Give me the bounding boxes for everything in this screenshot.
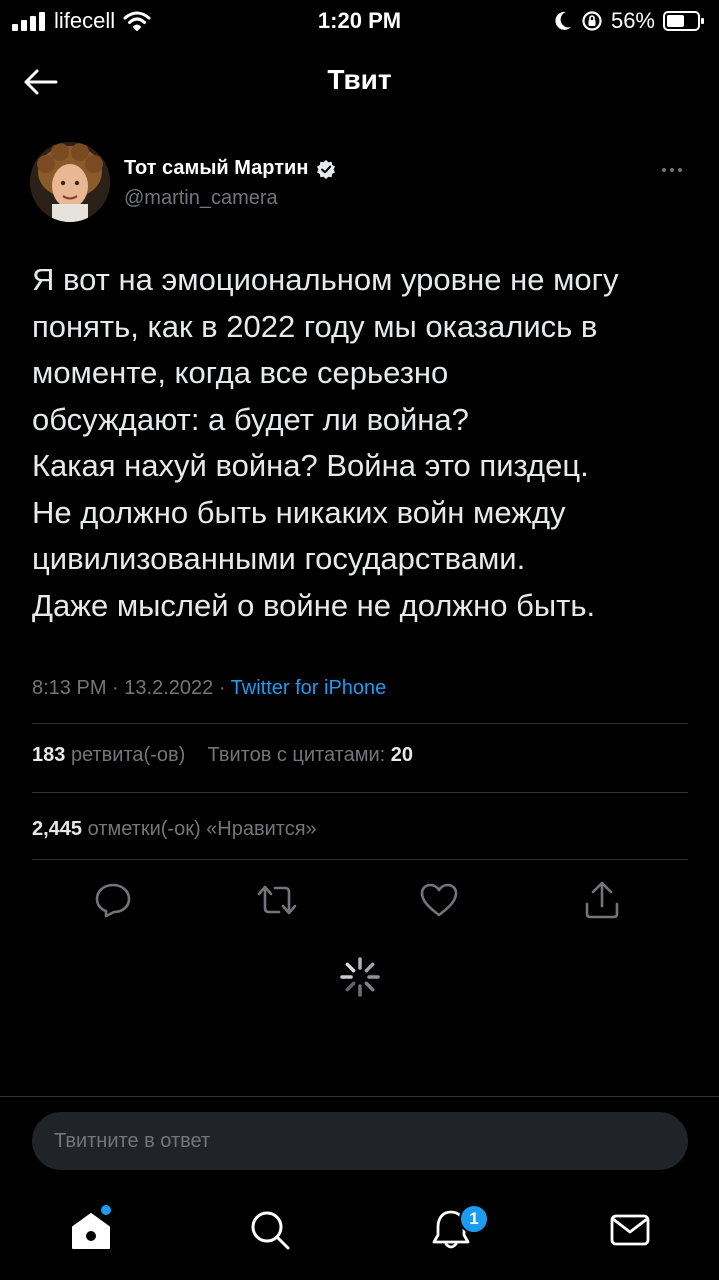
tweet-date: 13.2.2022 [124,677,214,699]
like-icon [420,883,458,917]
avatar[interactable] [30,142,110,222]
home-unread-dot [101,1205,111,1215]
likes-count: 2,445 [32,818,83,840]
tweet-source-link[interactable]: Twitter for iPhone [231,677,387,699]
like-button[interactable] [415,876,463,924]
status-bar: lifecell 1:20 PM 56% [0,0,719,40]
quotes-label: Твитов с цитатами: [207,744,386,766]
nav-messages[interactable] [605,1205,655,1255]
rotation-lock-icon [582,11,602,31]
reply-input[interactable]: Твитните в ответ [32,1112,688,1170]
battery-percent: 56% [610,8,655,33]
verified-badge-icon [317,159,336,179]
divider [32,723,688,724]
likes-stats-row[interactable]: 2,445 отметки(-ок) «Нравится» [32,818,317,841]
notifications-badge: 1 [459,1204,489,1234]
retweets-count: 183 [32,744,66,766]
status-bar-right: 56% [553,8,705,34]
retweet-icon [257,885,297,915]
tweet-time: 8:13 PM [32,677,107,699]
tweet-meta: 8:13 PM · 13.2.2022 · Twitter for iPhone [32,677,386,700]
reply-button[interactable] [89,876,137,924]
tweet-text: Я вот на эмоциональном уровне не могу по… [32,262,619,623]
more-dot-icon [670,168,674,172]
meta-separator: · [112,677,125,699]
reply-placeholder: Твитните в ответ [54,1130,211,1152]
header: Твит [0,50,719,114]
share-icon [585,881,619,919]
retweet-stats-row: 183 ретвита(-ов) Твитов с цитатами: 20 [32,744,413,767]
author-handle[interactable]: @martin_camera [124,187,278,210]
more-dot-icon [678,168,682,172]
retweets-link[interactable]: 183 ретвита(-ов) [32,744,185,766]
divider [32,792,688,793]
more-dot-icon [662,168,666,172]
quotes-count: 20 [390,744,414,766]
meta-separator: · [218,677,231,699]
moon-icon [555,11,571,30]
page-title: Твит [327,64,392,95]
loading-spinner-icon [340,957,380,997]
avatar-image [30,142,110,222]
retweet-button[interactable] [253,876,301,924]
nav-search[interactable] [245,1205,295,1255]
quotes-link[interactable]: Твитов с цитатами: 20 [208,744,414,766]
reply-icon [95,883,131,918]
author-name-row[interactable]: Тот самый Мартин [124,157,336,180]
divider [32,859,688,860]
more-options-button[interactable] [652,160,692,180]
retweets-label: ретвита(-ов) [70,744,186,766]
reply-bar-divider [0,1096,719,1097]
messages-icon [610,1214,650,1246]
battery-icon [663,11,704,31]
likes-label: отметки(-ок) «Нравится» [87,818,317,840]
search-icon [251,1211,290,1250]
author-name: Тот самый Мартин [124,157,309,179]
share-button[interactable] [578,876,626,924]
